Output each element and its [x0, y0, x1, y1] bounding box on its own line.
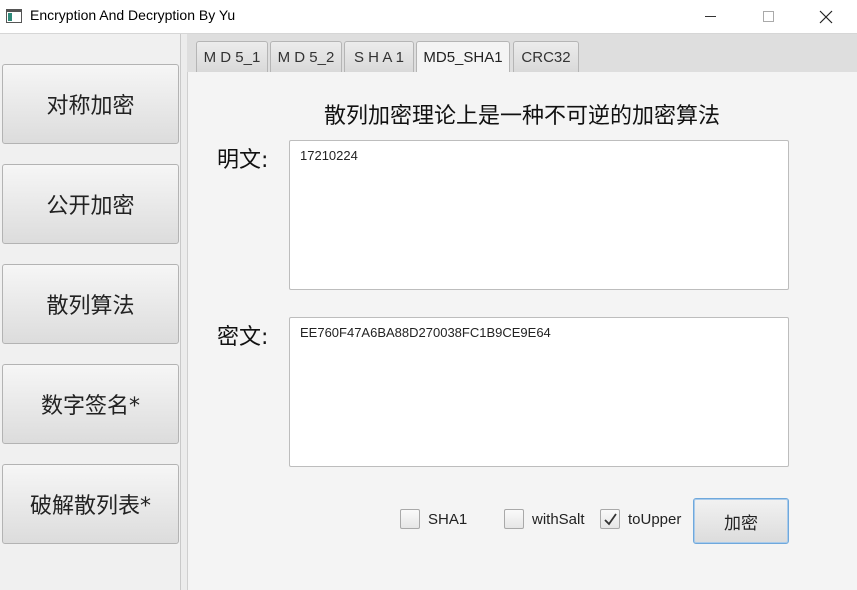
- encrypt-button[interactable]: 加密: [693, 498, 789, 544]
- checkmark-icon: [604, 513, 617, 526]
- minimize-button[interactable]: [681, 0, 739, 33]
- tab-sha1[interactable]: S H A 1: [344, 41, 414, 72]
- sidebar-item-public-key[interactable]: 公开加密: [2, 164, 179, 244]
- tab-content: 散列加密理论上是一种不可逆的加密算法 明文: 17210224 密文: EE76…: [187, 72, 857, 590]
- maximize-button[interactable]: [739, 0, 797, 33]
- plaintext-label: 明文:: [217, 148, 269, 173]
- plaintext-input[interactable]: 17210224: [289, 140, 789, 290]
- to-upper-checkbox-label[interactable]: toUpper: [628, 511, 681, 528]
- to-upper-checkbox[interactable]: [600, 509, 620, 529]
- app-window-icon: [6, 9, 22, 23]
- with-salt-checkbox[interactable]: [504, 509, 524, 529]
- sha1-checkbox-label[interactable]: SHA1: [428, 511, 467, 528]
- with-salt-checkbox-label[interactable]: withSalt: [532, 511, 585, 528]
- tab-crc32[interactable]: CRC32: [513, 41, 579, 72]
- sha1-checkbox[interactable]: [400, 509, 420, 529]
- sidebar-item-hash[interactable]: 散列算法: [2, 264, 179, 344]
- tab-md5-sha1[interactable]: MD5_SHA1: [416, 41, 510, 72]
- title-bar: Encryption And Decryption By Yu: [0, 0, 857, 33]
- window-title: Encryption And Decryption By Yu: [30, 7, 236, 23]
- close-icon: [819, 10, 833, 23]
- page-title: 散列加密理论上是一种不可逆的加密算法: [324, 104, 721, 129]
- sidebar: 对称加密 公开加密 散列算法 数字签名* 破解散列表*: [0, 34, 181, 590]
- maximize-icon: [762, 11, 774, 22]
- app-frame: 对称加密 公开加密 散列算法 数字签名* 破解散列表* M D 5_1 M D …: [0, 33, 857, 590]
- sidebar-item-signature[interactable]: 数字签名*: [2, 364, 179, 444]
- tab-md5-1[interactable]: M D 5_1: [196, 41, 268, 72]
- tab-md5-2[interactable]: M D 5_2: [270, 41, 342, 72]
- sidebar-item-crack-hash[interactable]: 破解散列表*: [2, 464, 179, 544]
- sidebar-item-symmetric[interactable]: 对称加密: [2, 64, 179, 144]
- minimize-icon: [704, 16, 716, 17]
- ciphertext-label: 密文:: [217, 325, 269, 350]
- close-button[interactable]: [797, 0, 855, 33]
- tab-bar: M D 5_1 M D 5_2 S H A 1 MD5_SHA1 CRC32: [187, 34, 857, 72]
- ciphertext-output[interactable]: EE760F47A6BA88D270038FC1B9CE9E64: [289, 317, 789, 467]
